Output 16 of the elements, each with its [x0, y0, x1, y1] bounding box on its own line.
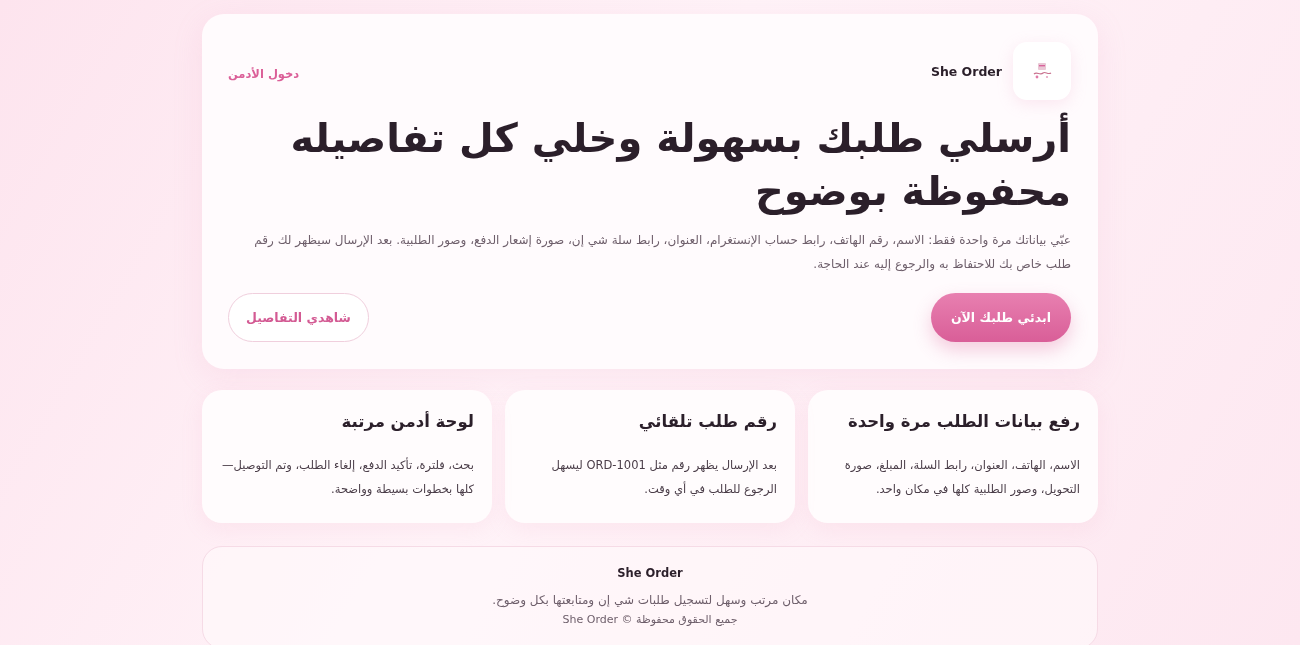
details-button[interactable]: شاهدي التفاصيل [228, 293, 369, 342]
hero-description: عبّي بياناتك مرة واحدة فقط: الاسم، رقم الهاتف، رابط حساب الإنستغرام، العنوان، رابط سلة شي إن، صورة إشعار الدفع، وصور الطلبية. بعد الإرسال سيظهر لك رقم طلب خاص بك للاحتفاظ به والرجوع إليه عند الحاجة. [253, 232, 1071, 274]
feature-title: لوحة أدمن مرتبة [340, 410, 474, 433]
hero-heading: أرسلي طلبك بسهولة وخلي كل تفاصيله محفوظة بوضوح [271, 112, 1071, 218]
footer-copyright: جميع الحقوق محفوظة © She Order [562, 612, 738, 628]
footer-tagline: مكان مرتب وسهل لتسجيل طلبات شي إن ومتابعتها بكل وضوح. [492, 592, 808, 610]
feature-title: رقم طلب تلقائي [637, 411, 777, 434]
feature-text: بعد الإرسال يظهر رقم مثل ORD-1001 ليسهل الرجوع للطلب في أي وقت. [550, 457, 777, 498]
admin-login-link[interactable]: دخول الأدمن [228, 67, 300, 81]
start-order-button[interactable]: ابدئي طلبك الآن [930, 293, 1071, 342]
feature-title: رفع بيانات الطلب مرة واحدة [846, 411, 1080, 433]
feature-text: الاسم، الهاتف، العنوان، رابط السلة، المبلغ، صورة التحويل، وصور الطلبية كلها في مكان واحد. [843, 457, 1080, 498]
logo-icon [1013, 42, 1071, 100]
brand-name: She Order [930, 63, 1002, 79]
feature-text: بحث، فلترة، تأكيد الدفع، إلغاء الطلب، وتم التوصيل—كلها بخطوات بسيطة وواضحة. [221, 456, 474, 498]
footer-brand: She Order [617, 565, 683, 581]
